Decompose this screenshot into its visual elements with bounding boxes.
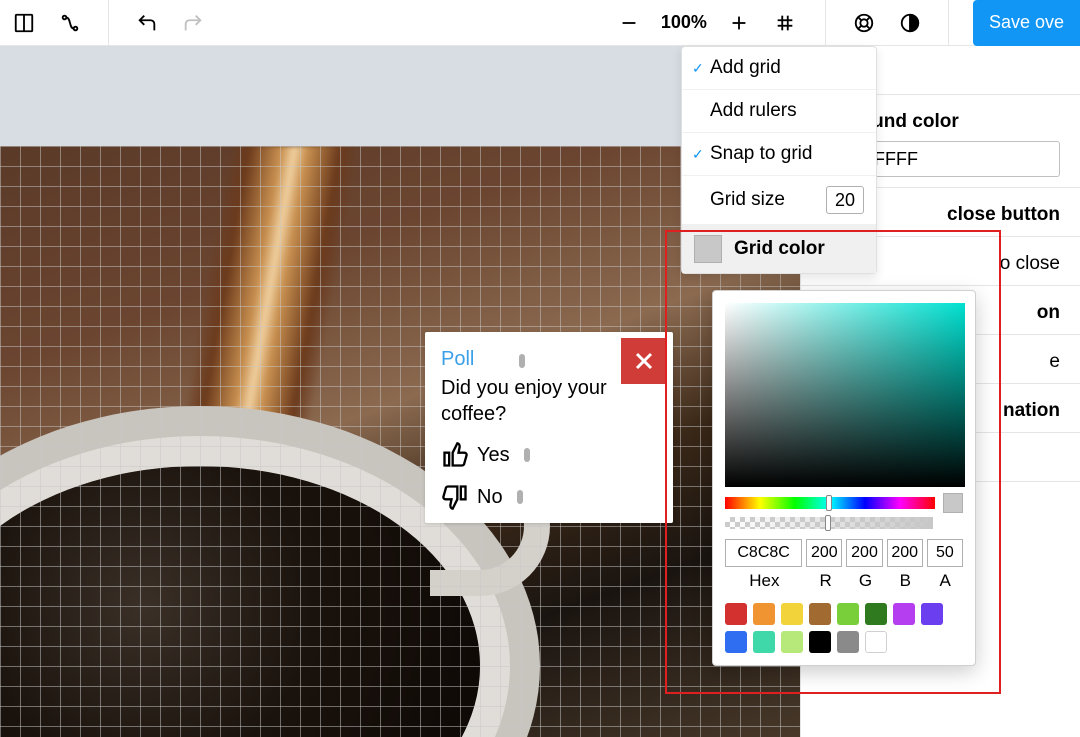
current-color-swatch — [943, 493, 963, 513]
poll-widget[interactable]: Poll Did you enjoy your coffee? Yes No — [425, 332, 673, 523]
saturation-value-area[interactable] — [725, 303, 965, 487]
color-swatch[interactable] — [725, 631, 747, 653]
check-icon: ✓ — [692, 60, 710, 77]
undo-icon[interactable] — [133, 9, 161, 37]
color-swatch[interactable] — [809, 631, 831, 653]
poll-close-button[interactable] — [621, 338, 667, 384]
color-swatch[interactable] — [781, 631, 803, 653]
menu-grid-color[interactable]: Grid color — [682, 225, 876, 273]
divider — [108, 0, 109, 46]
thumbs-down-icon — [441, 483, 469, 511]
grid-color-swatch[interactable] — [694, 235, 722, 263]
grid-size-input[interactable] — [826, 186, 864, 214]
drag-handle-icon[interactable] — [517, 490, 523, 504]
r-input[interactable] — [806, 539, 842, 567]
swatch-palette — [725, 603, 963, 653]
contrast-icon[interactable] — [896, 9, 924, 37]
menu-grid-size: Grid size — [682, 176, 876, 225]
drag-handle-icon[interactable] — [524, 448, 530, 462]
path-icon[interactable] — [56, 9, 84, 37]
toolbar-right: Save ove — [799, 0, 1080, 46]
divider — [825, 0, 826, 46]
hue-slider[interactable] — [725, 497, 935, 509]
canvas-area[interactable]: Poll Did you enjoy your coffee? Yes No — [0, 46, 800, 737]
zoom-out-icon[interactable] — [615, 9, 643, 37]
menu-snap-to-grid[interactable]: ✓ Snap to grid — [682, 133, 876, 176]
r-label: R — [808, 571, 844, 591]
thumbs-up-icon — [441, 441, 469, 469]
hex-label: Hex — [725, 571, 804, 591]
color-swatch[interactable] — [753, 603, 775, 625]
color-swatch[interactable] — [837, 603, 859, 625]
hex-input[interactable] — [725, 539, 802, 567]
toolbar-left — [0, 0, 207, 46]
poll-yes-label: Yes — [477, 444, 510, 467]
b-label: B — [887, 571, 923, 591]
help-icon[interactable] — [850, 9, 878, 37]
menu-add-rulers[interactable]: Add rulers — [682, 90, 876, 133]
color-swatch[interactable] — [865, 631, 887, 653]
poll-option-yes[interactable]: Yes — [441, 441, 657, 469]
poll-no-label: No — [477, 486, 503, 509]
poll-title[interactable]: Poll — [441, 348, 474, 370]
color-swatch[interactable] — [809, 603, 831, 625]
color-swatch[interactable] — [781, 603, 803, 625]
menu-add-grid[interactable]: ✓ Add grid — [682, 47, 876, 90]
zoom-in-icon[interactable] — [725, 9, 753, 37]
grid-menu: ✓ Add grid Add rulers ✓ Snap to grid Gri… — [681, 46, 877, 274]
toolbar: 100% Save ove — [0, 0, 1080, 46]
redo-icon[interactable] — [179, 9, 207, 37]
zoom-level: 100% — [661, 12, 707, 33]
poll-option-no[interactable]: No — [441, 483, 657, 511]
color-picker: Hex R G B A — [712, 290, 976, 666]
color-swatch[interactable] — [921, 603, 943, 625]
save-button[interactable]: Save ove — [973, 0, 1080, 46]
layout-icon[interactable] — [10, 9, 38, 37]
b-input[interactable] — [887, 539, 923, 567]
color-swatch[interactable] — [865, 603, 887, 625]
color-swatch[interactable] — [725, 603, 747, 625]
a-label: A — [927, 571, 963, 591]
g-label: G — [848, 571, 884, 591]
grid-icon[interactable] — [771, 9, 799, 37]
color-swatch[interactable] — [753, 631, 775, 653]
drag-handle-icon[interactable] — [519, 354, 525, 368]
color-swatch[interactable] — [893, 603, 915, 625]
divider — [948, 0, 949, 46]
toolbar-zoom: 100% — [615, 9, 799, 37]
canvas-background-image — [0, 146, 800, 737]
check-icon: ✓ — [692, 146, 710, 163]
a-input[interactable] — [927, 539, 963, 567]
alpha-slider[interactable] — [725, 517, 933, 529]
g-input[interactable] — [846, 539, 882, 567]
color-swatch[interactable] — [837, 631, 859, 653]
